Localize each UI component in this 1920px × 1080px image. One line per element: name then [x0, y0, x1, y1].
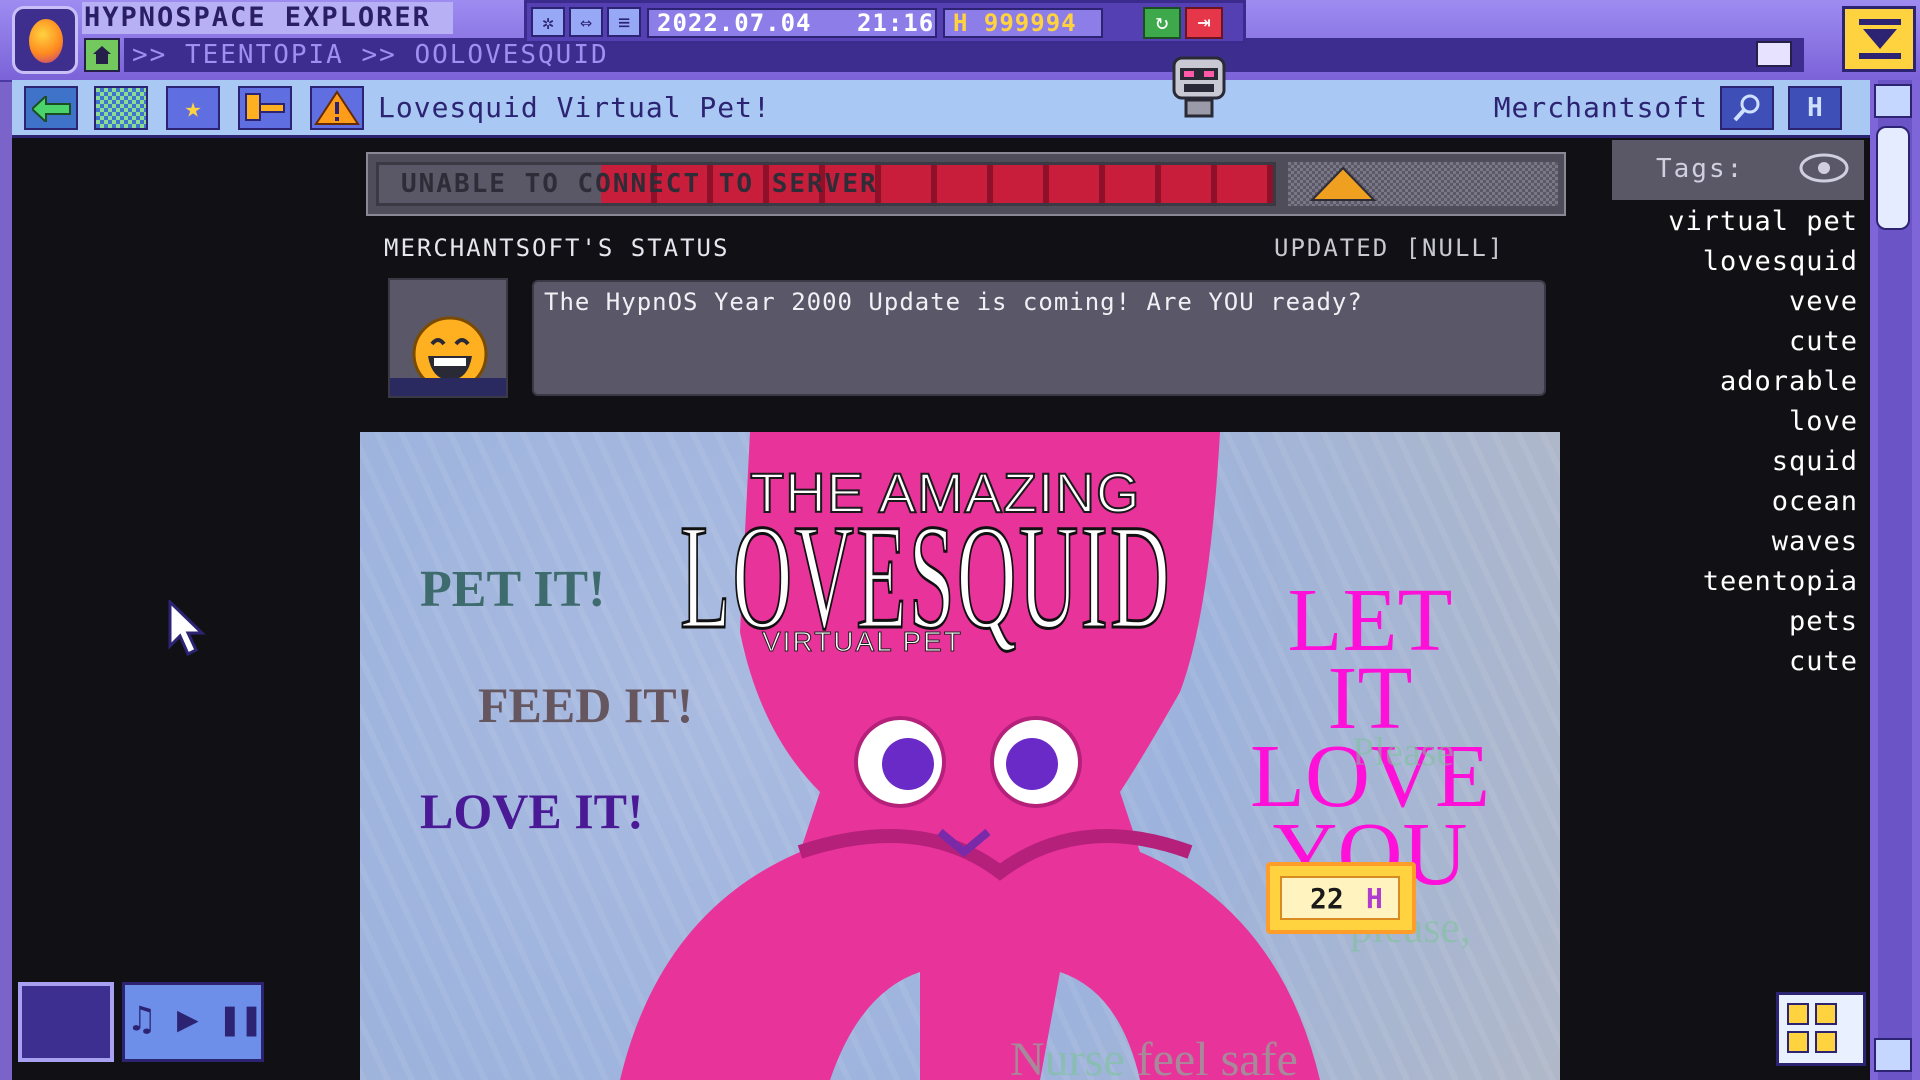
gavel-icon: [245, 93, 285, 121]
eye-icon[interactable]: [1798, 150, 1850, 186]
hypnocoin-icon: H: [1366, 882, 1383, 915]
arrow-left-icon: [32, 96, 71, 122]
status-updated: UPDATED [NULL]: [1274, 234, 1505, 262]
report-button[interactable]: [238, 86, 292, 130]
search-icon: [1733, 94, 1760, 122]
warning-icon: [1309, 166, 1377, 201]
tags-title: Tags:: [1656, 154, 1745, 184]
scrollbar-thumb[interactable]: [1876, 126, 1910, 230]
page-content: UNABLE TO CONNECT TO SERVER MERCHANTSOFT…: [12, 138, 1870, 1080]
page-title: Lovesquid Virtual Pet!: [378, 91, 771, 124]
address-path: >> TEENTOPIA >> OOLOVESQUID: [132, 40, 609, 70]
hypnospace-button[interactable]: H: [1788, 86, 1842, 130]
grid-cell-icon: [1815, 1031, 1837, 1053]
tag-item[interactable]: lovesquid: [1612, 242, 1860, 282]
media-controls[interactable]: ♫ ▶ ❚❚: [122, 982, 264, 1062]
resize-icon[interactable]: ⇔: [569, 7, 603, 37]
chevron-down-icon: [1859, 19, 1901, 59]
mouse-cursor-icon: [168, 600, 206, 657]
banner-love-it: LOVE IT!: [420, 783, 644, 839]
banner-pet-it: PET IT!: [420, 561, 606, 618]
banner-let-it: LET IT: [1287, 571, 1453, 748]
grid-cell-icon: [1815, 1003, 1837, 1025]
tag-item[interactable]: cute: [1612, 642, 1860, 682]
scrollbar-track[interactable]: [1878, 80, 1912, 1080]
banner-feed-it: FEED IT!: [478, 677, 694, 733]
scrollbar[interactable]: [1870, 80, 1920, 1080]
scroll-down-button[interactable]: [1874, 1038, 1912, 1072]
tag-item[interactable]: adorable: [1612, 362, 1860, 402]
minimize-button[interactable]: [1842, 6, 1916, 72]
error-text: UNABLE TO CONNECT TO SERVER: [401, 169, 878, 199]
tag-item[interactable]: teentopia: [1612, 562, 1860, 602]
date-time-field: 2022.07.04 21:16: [647, 8, 937, 38]
app-grid-button[interactable]: [1776, 992, 1866, 1066]
tag-item[interactable]: ocean: [1612, 482, 1860, 522]
date-text: 2022.07.04: [657, 9, 812, 37]
home-icon: [93, 46, 111, 64]
pause-icon[interactable]: ❚❚: [219, 999, 262, 1040]
headphones-icon[interactable]: ♫: [131, 999, 153, 1040]
home-button[interactable]: [84, 38, 120, 72]
status-label: MERCHANTSOFT'S STATUS: [384, 234, 730, 262]
lovesquid-banner: THE AMAZING LOVESQUID VIRTUAL PET PET IT…: [360, 432, 1560, 1080]
enter-icon[interactable]: [1756, 41, 1792, 67]
title-bar: HYPNOSPACE EXPLORER >> TEENTOPIA >> OOLO…: [0, 0, 1920, 82]
credits-field: H 999994: [943, 8, 1103, 38]
hypnospace-logo-icon[interactable]: [12, 6, 78, 74]
search-button[interactable]: [1720, 86, 1774, 130]
navigation-bar: ★ Lovesquid Virtual Pet! Merchantsoft H: [12, 80, 1870, 138]
tag-item[interactable]: veve: [1612, 282, 1860, 322]
warning-button[interactable]: [310, 86, 364, 130]
price-field: 22 H: [1280, 876, 1400, 920]
media-display[interactable]: [18, 982, 114, 1062]
time-text: 21:16: [856, 9, 935, 37]
grid-cell-icon: [1787, 1031, 1809, 1053]
tags-header: Tags:: [1612, 140, 1864, 200]
menu-icon[interactable]: ≡: [607, 7, 641, 37]
zone-map-icon[interactable]: [94, 86, 148, 130]
tag-item[interactable]: virtual pet: [1612, 202, 1860, 242]
connection-status-bar: UNABLE TO CONNECT TO SERVER: [366, 152, 1566, 216]
warning-icon: [314, 90, 360, 125]
ghost-text: Please: [1352, 729, 1455, 774]
banner-subtitle: VIRTUAL PET: [762, 626, 963, 658]
star-icon: ★: [184, 91, 202, 124]
tags-list: virtual pet lovesquid veve cute adorable…: [1612, 202, 1860, 682]
logout-icon[interactable]: ⇥: [1185, 7, 1223, 39]
status-message: The HypnOS Year 2000 Update is coming! A…: [532, 280, 1546, 396]
tag-item[interactable]: cute: [1612, 322, 1860, 362]
page-author[interactable]: Merchantsoft: [1494, 86, 1708, 130]
back-button[interactable]: [24, 86, 78, 130]
grid-cell-icon: [1787, 1003, 1809, 1025]
refresh-icon[interactable]: ↻: [1143, 7, 1181, 39]
favorites-button[interactable]: ★: [166, 86, 220, 130]
price-value: 22: [1310, 882, 1344, 915]
tag-item[interactable]: love: [1612, 402, 1860, 442]
price-button[interactable]: 22 H: [1266, 862, 1416, 934]
robot-mascot-icon: [1172, 56, 1226, 118]
scroll-up-button[interactable]: [1874, 84, 1912, 118]
error-box: UNABLE TO CONNECT TO SERVER: [376, 162, 1276, 206]
toolbar: ✲ ⇔ ≡ 2022.07.04 21:16 H 999994 ↻ ⇥: [524, 0, 1246, 44]
play-icon[interactable]: ▶: [177, 999, 199, 1040]
tag-item[interactable]: pets: [1612, 602, 1860, 642]
app-title: HYPNOSPACE EXPLORER: [82, 2, 453, 34]
tag-item[interactable]: squid: [1612, 442, 1860, 482]
gear-icon[interactable]: ✲: [531, 7, 565, 37]
tag-item[interactable]: waves: [1612, 522, 1860, 562]
avatar: [388, 278, 508, 398]
error-warning: [1288, 162, 1558, 206]
ghost-text: Nurse feel safe: [1010, 1033, 1298, 1080]
